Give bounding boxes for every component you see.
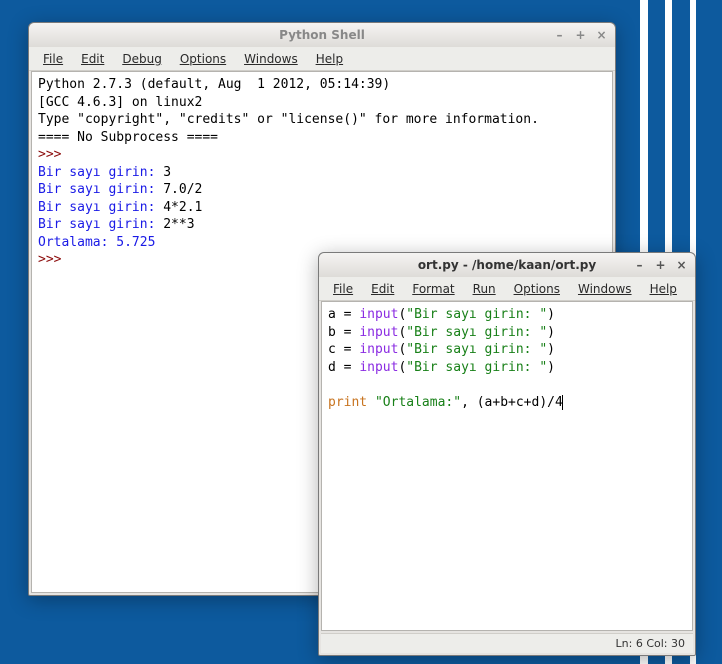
close-button[interactable]: × — [594, 27, 609, 42]
menu-options[interactable]: Options — [506, 280, 568, 298]
editor-statusbar: Ln: 6 Col: 30 — [321, 633, 693, 653]
menu-run[interactable]: Run — [465, 280, 504, 298]
editor-window: ort.py - /home/kaan/ort.py – + × File Ed… — [318, 252, 696, 656]
shell-window-controls: – + × — [552, 27, 609, 42]
menu-file[interactable]: File — [35, 50, 71, 68]
editor-title: ort.py - /home/kaan/ort.py — [418, 258, 596, 272]
minimize-button[interactable]: – — [632, 257, 647, 272]
maximize-button[interactable]: + — [653, 257, 668, 272]
cursor-position: Ln: 6 Col: 30 — [616, 637, 685, 650]
menu-file[interactable]: File — [325, 280, 361, 298]
maximize-button[interactable]: + — [573, 27, 588, 42]
menu-windows[interactable]: Windows — [570, 280, 640, 298]
shell-titlebar[interactable]: Python Shell – + × — [29, 23, 615, 47]
menu-edit[interactable]: Edit — [73, 50, 112, 68]
minimize-button[interactable]: – — [552, 27, 567, 42]
menu-debug[interactable]: Debug — [114, 50, 169, 68]
menu-edit[interactable]: Edit — [363, 280, 402, 298]
close-button[interactable]: × — [674, 257, 689, 272]
shell-menubar: File Edit Debug Options Windows Help — [29, 47, 615, 71]
menu-windows[interactable]: Windows — [236, 50, 306, 68]
editor-window-controls: – + × — [632, 257, 689, 272]
editor-code-area[interactable]: a = input("Bir sayı girin: ") b = input(… — [321, 301, 693, 631]
menu-format[interactable]: Format — [404, 280, 462, 298]
menu-help[interactable]: Help — [308, 50, 351, 68]
shell-title: Python Shell — [279, 28, 365, 42]
editor-menubar: File Edit Format Run Options Windows Hel… — [319, 277, 695, 301]
editor-titlebar[interactable]: ort.py - /home/kaan/ort.py – + × — [319, 253, 695, 277]
menu-options[interactable]: Options — [172, 50, 234, 68]
menu-help[interactable]: Help — [642, 280, 685, 298]
